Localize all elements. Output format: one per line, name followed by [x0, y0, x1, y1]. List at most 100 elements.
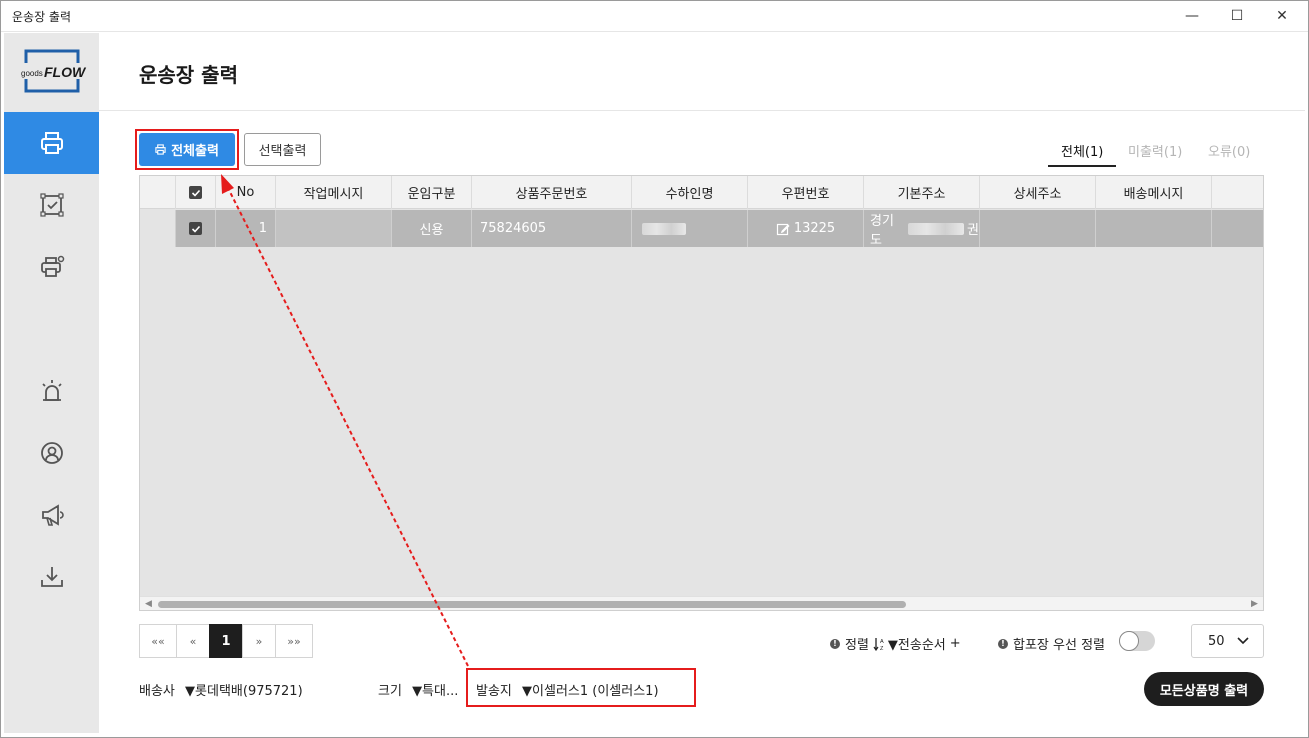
cell-detail-address	[980, 210, 1096, 247]
cell-work-message	[276, 210, 392, 247]
sidebar-item-user[interactable]	[4, 422, 99, 484]
row-select[interactable]	[176, 210, 216, 247]
horizontal-scrollbar[interactable]: ◀ ▶	[140, 596, 1263, 610]
info-icon: !	[998, 638, 1008, 649]
page-number-current[interactable]: 1	[209, 624, 243, 658]
highlight-box-print-all	[135, 129, 239, 170]
address-suffix: 권	[967, 223, 979, 238]
window-titlebar: 운송장 출력 — ☐ ✕	[0, 0, 1309, 32]
header-receiver[interactable]: 수하인명	[632, 176, 748, 209]
sidebar-item-check[interactable]	[4, 174, 99, 236]
cell-order-no: 75824605	[472, 210, 632, 247]
sort-control[interactable]: ! 정렬 A Z ▼전송순서 +	[830, 634, 961, 653]
size-value[interactable]: ▼특대...	[412, 684, 458, 699]
goodsflow-logo: goods FLOW	[16, 49, 88, 93]
check-icon	[191, 189, 200, 197]
redacted-receiver	[642, 222, 686, 235]
row-checkbox[interactable]	[189, 222, 202, 235]
page-prev-button[interactable]: «	[176, 624, 210, 658]
chevron-down-icon	[1237, 637, 1249, 645]
printer-settings-icon	[40, 255, 64, 277]
svg-text:A: A	[880, 639, 884, 645]
checkbox-frame-icon	[39, 193, 64, 217]
cell-no: 1	[216, 210, 276, 247]
info-icon: !	[830, 638, 840, 649]
header-select-all[interactable]	[176, 176, 216, 209]
size-label: 크기	[378, 684, 402, 699]
zip-text: 13225	[793, 221, 836, 236]
cell-delivery-message	[1096, 210, 1212, 247]
address-prefix: 경기도	[870, 213, 894, 248]
row-spacer	[140, 210, 176, 247]
header-delivery-message[interactable]: 배송메시지	[1096, 176, 1212, 209]
user-circle-icon	[40, 442, 63, 464]
header-no[interactable]: No	[216, 176, 276, 209]
logo-text-small: goods	[21, 69, 43, 78]
printer-icon	[40, 132, 63, 154]
svg-text:Z: Z	[880, 646, 884, 651]
scroll-right-icon[interactable]: ▶	[1251, 599, 1258, 609]
carrier-value[interactable]: ▼롯데택배(975721)	[185, 684, 303, 699]
page-next-button[interactable]: »	[242, 624, 276, 658]
page-size-value: 50	[1208, 633, 1225, 649]
logo-text-big: FLOW	[44, 64, 87, 80]
sort-az-icon: A Z	[873, 637, 884, 651]
carrier-label: 배송사	[139, 684, 175, 699]
size-field[interactable]: 크기 ▼특대...	[378, 680, 458, 699]
waybill-table: No 작업메시지 운임구분 상품주문번호 수하인명 우편번호 기본주소 상세주소…	[139, 175, 1264, 611]
merge-sort-toggle[interactable]	[1119, 631, 1155, 651]
merge-sort-control: ! 합포장 우선 정렬	[998, 634, 1105, 653]
active-tab-underline	[1048, 165, 1116, 167]
page-size-select[interactable]: 50	[1191, 624, 1264, 658]
tab-all[interactable]: 전체(1)	[1061, 141, 1103, 160]
download-icon	[40, 567, 63, 587]
page-first-button[interactable]: ««	[139, 624, 177, 658]
cell-zip[interactable]: 13225	[748, 210, 864, 247]
header-address[interactable]: 기본주소	[864, 176, 980, 209]
pagination: «« « 1 » »»	[139, 624, 313, 658]
highlight-box-sender	[466, 668, 696, 707]
carrier-field[interactable]: 배송사 ▼롯데택배(975721)	[139, 680, 303, 699]
scrollbar-thumb[interactable]	[158, 601, 906, 608]
sidebar-item-print[interactable]	[4, 112, 99, 174]
minimize-icon[interactable]: —	[1182, 6, 1202, 26]
header-spacer	[140, 176, 176, 209]
cell-receiver	[632, 210, 748, 247]
header-zip[interactable]: 우편번호	[748, 176, 864, 209]
check-icon	[191, 225, 200, 233]
sort-value[interactable]: ▼전송순서	[888, 634, 946, 653]
close-icon[interactable]: ✕	[1272, 6, 1292, 26]
sidebar-item-notice[interactable]	[4, 484, 99, 546]
tab-unprinted[interactable]: 미출력(1)	[1128, 141, 1182, 160]
header-divider	[99, 110, 1305, 111]
redacted-address	[907, 222, 965, 235]
sidebar-item-download[interactable]	[4, 546, 99, 608]
select-all-checkbox[interactable]	[189, 186, 202, 199]
print-selected-button[interactable]: 선택출력	[244, 133, 321, 166]
sidebar-item-alarm[interactable]	[4, 360, 99, 422]
tab-error[interactable]: 오류(0)	[1208, 141, 1250, 160]
cell-fare-type: 신용	[392, 210, 472, 247]
sort-add-button[interactable]: +	[950, 636, 961, 651]
print-all-product-names-button[interactable]: 모든상품명 출력	[1144, 672, 1264, 706]
edit-icon[interactable]	[776, 222, 790, 236]
sidebar-item-printer-settings[interactable]	[4, 236, 99, 298]
header-detail-address[interactable]: 상세주소	[980, 176, 1096, 209]
table-header: No 작업메시지 운임구분 상품주문번호 수하인명 우편번호 기본주소 상세주소…	[140, 176, 1263, 209]
table-row[interactable]: 1 신용 75824605 13225 경기도 권	[140, 210, 1263, 248]
scroll-left-icon[interactable]: ◀	[145, 599, 152, 609]
main-content: 운송장 출력 전체출력 선택출력 전체(1) 미출력(1) 오류(0) No 작…	[99, 33, 1305, 733]
page-last-button[interactable]: »»	[275, 624, 313, 658]
header-order-no[interactable]: 상품주문번호	[472, 176, 632, 209]
sidebar: goods FLOW	[4, 33, 99, 733]
header-work-message[interactable]: 작업메시지	[276, 176, 392, 209]
merge-sort-label: 합포장 우선 정렬	[1013, 638, 1105, 653]
maximize-icon[interactable]: ☐	[1227, 6, 1247, 26]
header-fare-type[interactable]: 운임구분	[392, 176, 472, 209]
page-title: 운송장 출력	[139, 63, 238, 87]
toggle-knob	[1119, 631, 1139, 651]
sort-label: 정렬	[845, 638, 869, 653]
megaphone-icon	[41, 504, 64, 526]
window-title: 운송장 출력	[12, 10, 72, 24]
alarm-icon	[41, 380, 62, 401]
